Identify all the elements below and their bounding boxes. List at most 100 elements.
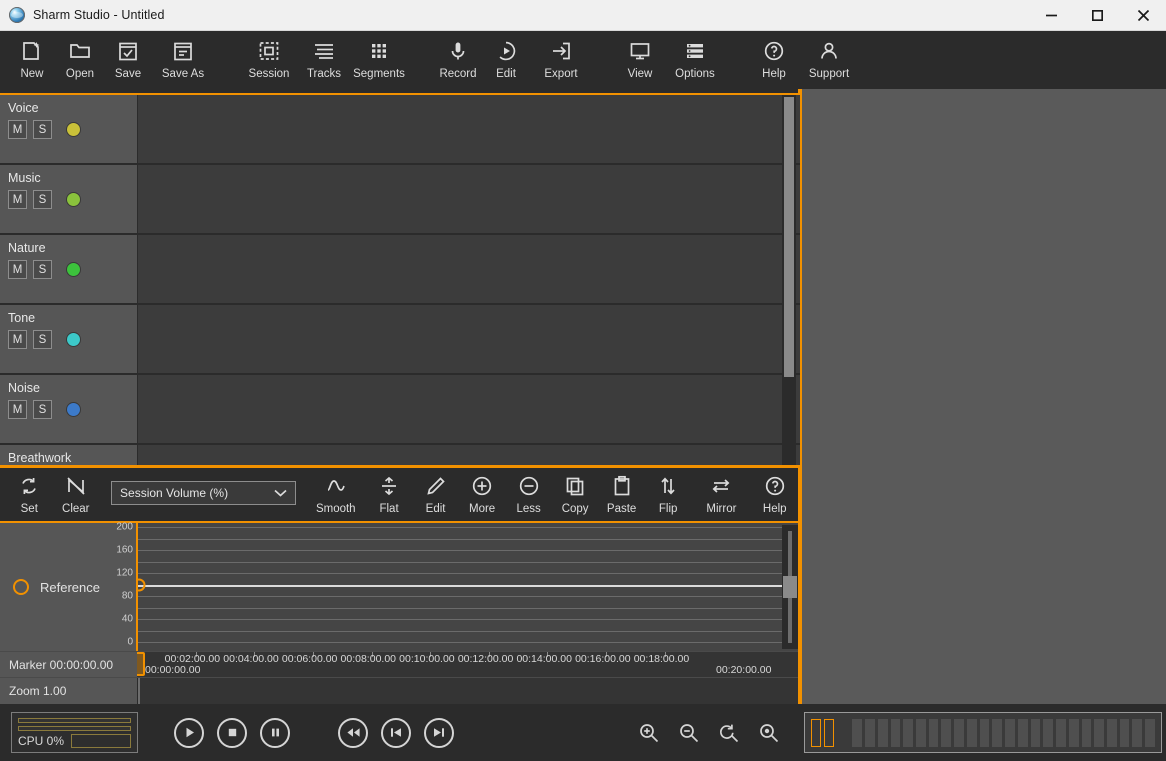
automation-smooth-button[interactable]: Smooth (306, 468, 366, 515)
meter-segment (916, 719, 926, 747)
automation-help-button[interactable]: Help (751, 468, 798, 515)
zoom-out-button[interactable] (676, 720, 702, 746)
options-button[interactable]: Options (664, 31, 726, 80)
track-controls: MS (8, 260, 129, 279)
scrollbar-thumb[interactable] (784, 97, 794, 377)
timeline-ruler[interactable]: 00:02:00.0000:04:00.0000:06:00.0000:08:0… (137, 652, 798, 677)
maximize-button[interactable] (1074, 0, 1120, 31)
automation-paste-button[interactable]: Paste (598, 468, 645, 515)
save-as-button[interactable]: Save As (152, 31, 214, 80)
track-color-swatch[interactable] (67, 403, 80, 416)
automation-mirror-button[interactable]: Mirror (691, 468, 751, 515)
pause-button[interactable] (260, 718, 290, 748)
edit-button[interactable]: Edit (482, 31, 530, 80)
track-color-swatch[interactable] (67, 333, 80, 346)
track-mute-button[interactable]: M (8, 190, 27, 209)
track-header[interactable]: MusicMS (0, 165, 137, 233)
right-side-panel (802, 89, 1166, 704)
save-label: Save (115, 68, 141, 80)
track-solo-button[interactable]: S (33, 330, 52, 349)
track-solo-button[interactable]: S (33, 190, 52, 209)
automation-less-label: Less (516, 503, 540, 515)
export-button[interactable]: Export (530, 31, 592, 80)
playhead-marker[interactable] (137, 652, 145, 676)
automation-set-button[interactable]: Set (6, 468, 53, 515)
open-label: Open (66, 68, 94, 80)
record-button[interactable]: Record (434, 31, 482, 80)
track-row[interactable]: MusicMS (0, 165, 800, 235)
skip-to-end-button[interactable] (424, 718, 454, 748)
track-color-swatch[interactable] (67, 123, 80, 136)
automation-more-button[interactable]: More (459, 468, 506, 515)
track-header[interactable]: Nature MS (0, 235, 137, 303)
automation-flip-button[interactable]: Flip (645, 468, 692, 515)
track-solo-button[interactable]: S (33, 260, 52, 279)
track-header[interactable]: NoiseMS (0, 375, 137, 443)
play-button[interactable] (174, 718, 204, 748)
automation-edit-button[interactable]: Edit (412, 468, 459, 515)
track-solo-button[interactable]: S (33, 120, 52, 139)
zoom-in-button[interactable] (636, 720, 662, 746)
automation-vertical-slider[interactable] (782, 525, 798, 649)
session-select-icon (258, 37, 280, 65)
session-button[interactable]: Session (238, 31, 300, 80)
track-row[interactable]: Nature MS (0, 235, 800, 305)
track-row[interactable]: VoiceMS (0, 95, 800, 165)
automation-parameter-select[interactable]: Session Volume (%) (111, 481, 296, 505)
track-lane[interactable] (137, 95, 800, 163)
track-lane[interactable] (137, 165, 800, 233)
automation-plot[interactable] (138, 523, 798, 651)
minimize-button[interactable] (1028, 0, 1074, 31)
zoom-strip[interactable] (137, 678, 798, 704)
close-button[interactable] (1120, 0, 1166, 31)
tracks-button[interactable]: Tracks (300, 31, 348, 80)
support-button[interactable]: Support (798, 31, 860, 80)
segments-button[interactable]: Segments (348, 31, 410, 80)
track-color-swatch[interactable] (67, 193, 80, 206)
rewind-button[interactable] (338, 718, 368, 748)
track-header[interactable]: VoiceMS (0, 95, 137, 163)
ruler-tick-label: 00:04:00.00 (223, 653, 278, 665)
skip-to-start-button[interactable] (381, 718, 411, 748)
automation-lane-header[interactable]: Reference (0, 523, 120, 651)
zoom-label: Zoom 1.00 (0, 678, 137, 704)
window-title: Sharm Studio - Untitled (33, 8, 165, 22)
track-lane[interactable] (137, 235, 800, 303)
mirror-leftright-icon (710, 472, 732, 500)
automation-curve[interactable] (138, 585, 798, 587)
track-lane[interactable] (137, 305, 800, 373)
track-mute-button[interactable]: M (8, 260, 27, 279)
track-name: Nature (8, 241, 129, 255)
track-header[interactable]: BreathworkMS (0, 445, 137, 465)
automation-less-button[interactable]: Less (505, 468, 552, 515)
meter-segment (941, 719, 951, 747)
help-button[interactable]: Help (750, 31, 798, 80)
stop-button[interactable] (217, 718, 247, 748)
zoom-selection-button[interactable] (756, 720, 782, 746)
track-row[interactable]: NoiseMS (0, 375, 800, 445)
track-header[interactable]: ToneMS (0, 305, 137, 373)
track-lane[interactable] (137, 375, 800, 443)
open-button[interactable]: Open (56, 31, 104, 80)
track-lane[interactable] (137, 445, 800, 465)
slider-knob[interactable] (783, 576, 797, 598)
track-mute-button[interactable]: M (8, 330, 27, 349)
automation-handle[interactable] (138, 578, 146, 591)
automation-copy-button[interactable]: Copy (552, 468, 599, 515)
automation-lane: Reference 20016012080400 (0, 523, 798, 651)
track-mute-button[interactable]: M (8, 400, 27, 419)
new-label: New (20, 68, 43, 80)
track-color-swatch[interactable] (67, 263, 80, 276)
ruler-tick-label: 00:12:00.00 (458, 653, 513, 665)
automation-clear-button[interactable]: Clear (53, 468, 100, 515)
view-button[interactable]: View (616, 31, 664, 80)
track-row[interactable]: ToneMS (0, 305, 800, 375)
zoom-reset-button[interactable] (716, 720, 742, 746)
track-row[interactable]: BreathworkMS (0, 445, 800, 465)
automation-flat-button[interactable]: Flat (366, 468, 413, 515)
new-button[interactable]: New (8, 31, 56, 80)
track-mute-button[interactable]: M (8, 120, 27, 139)
track-solo-button[interactable]: S (33, 400, 52, 419)
save-button[interactable]: Save (104, 31, 152, 80)
tracks-vertical-scrollbar[interactable] (782, 95, 796, 465)
